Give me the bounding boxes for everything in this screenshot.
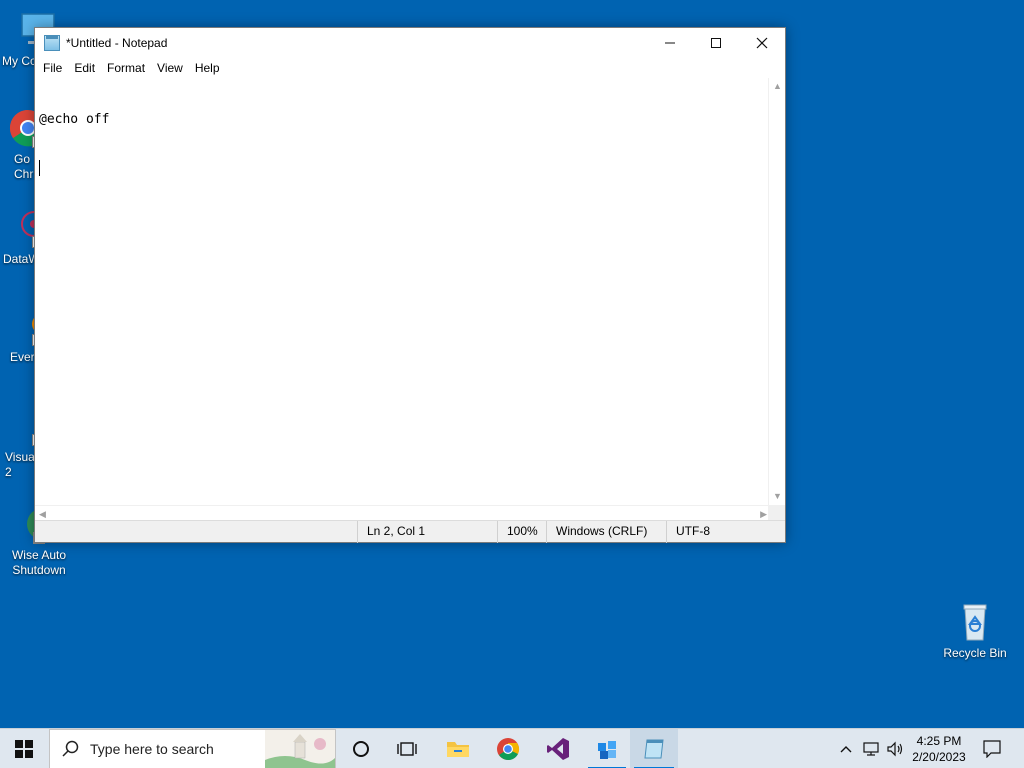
cortana-circle-icon bbox=[353, 741, 369, 757]
search-icon bbox=[62, 740, 79, 757]
windows-logo-icon bbox=[15, 740, 33, 758]
text-editor[interactable]: @echo off bbox=[35, 78, 771, 505]
taskbar-chrome[interactable] bbox=[484, 729, 532, 768]
recycle-bin-icon bbox=[955, 602, 995, 642]
menu-format[interactable]: Format bbox=[101, 61, 151, 75]
show-hidden-icons-button[interactable] bbox=[834, 729, 858, 768]
menu-edit[interactable]: Edit bbox=[68, 61, 101, 75]
window-title: *Untitled - Notepad bbox=[66, 36, 168, 50]
menu-bar: File Edit Format View Help bbox=[35, 58, 785, 78]
start-button[interactable] bbox=[0, 729, 48, 768]
folder-icon bbox=[447, 742, 469, 757]
taskbar: Type here to search 4:25 PM 2/20/2023 bbox=[0, 728, 1024, 768]
chevron-up-icon bbox=[840, 746, 852, 753]
speaker-icon bbox=[887, 741, 903, 757]
cortana-button[interactable] bbox=[338, 729, 384, 768]
scroll-right-icon[interactable]: ▶ bbox=[760, 510, 767, 519]
close-icon bbox=[756, 37, 768, 49]
status-line-ending: Windows (CRLF) bbox=[546, 521, 666, 543]
task-view-button[interactable] bbox=[384, 729, 430, 768]
menu-file[interactable]: File bbox=[37, 61, 68, 75]
network-button[interactable] bbox=[860, 729, 882, 768]
menu-help[interactable]: Help bbox=[189, 61, 226, 75]
text-caret bbox=[39, 160, 40, 176]
volume-button[interactable] bbox=[884, 729, 906, 768]
clock-time: 4:25 PM bbox=[916, 734, 962, 748]
visual-studio-icon bbox=[547, 738, 569, 760]
scroll-down-icon[interactable]: ▼ bbox=[773, 492, 782, 501]
taskbar-app-puzzle[interactable] bbox=[584, 729, 630, 768]
scroll-up-icon[interactable]: ▲ bbox=[773, 82, 782, 91]
desktop-icon-recycle-bin[interactable]: Recycle Bin bbox=[937, 602, 1013, 661]
search-highlight-illustration-icon bbox=[265, 730, 335, 768]
scroll-left-icon[interactable]: ◀ bbox=[39, 510, 46, 519]
status-zoom: 100% bbox=[497, 521, 547, 543]
minimize-button[interactable] bbox=[647, 28, 693, 58]
notification-icon bbox=[983, 740, 1001, 758]
taskbar-visual-studio[interactable] bbox=[534, 729, 582, 768]
chrome-icon bbox=[497, 738, 520, 760]
menu-view[interactable]: View bbox=[151, 61, 189, 75]
editor-line-1: @echo off bbox=[39, 112, 110, 127]
maximize-icon bbox=[711, 38, 721, 48]
taskbar-notepad[interactable] bbox=[630, 729, 678, 768]
notepad-window[interactable]: *Untitled - Notepad File Edit Format Vie… bbox=[34, 27, 786, 543]
taskbar-search-box[interactable]: Type here to search bbox=[49, 729, 336, 768]
notepad-icon bbox=[644, 739, 664, 759]
title-bar[interactable]: *Untitled - Notepad bbox=[35, 28, 785, 58]
minimize-icon bbox=[665, 42, 675, 44]
status-cursor-position: Ln 2, Col 1 bbox=[357, 521, 497, 543]
status-encoding: UTF-8 bbox=[666, 521, 770, 543]
clock-date: 2/20/2023 bbox=[912, 750, 966, 764]
clock[interactable]: 4:25 PM 2/20/2023 bbox=[906, 729, 972, 768]
task-view-icon bbox=[397, 742, 417, 756]
puzzle-app-icon bbox=[598, 741, 616, 759]
taskbar-file-explorer[interactable] bbox=[434, 729, 482, 768]
status-bar: Ln 2, Col 1 100% Windows (CRLF) UTF-8 bbox=[35, 520, 785, 543]
close-button[interactable] bbox=[739, 28, 785, 58]
network-icon bbox=[863, 742, 879, 756]
vertical-scrollbar[interactable]: ▲ ▼ bbox=[768, 78, 785, 505]
search-placeholder: Type here to search bbox=[90, 741, 214, 757]
action-center-button[interactable] bbox=[976, 729, 1008, 768]
maximize-button[interactable] bbox=[693, 28, 739, 58]
notepad-app-icon bbox=[44, 35, 60, 51]
